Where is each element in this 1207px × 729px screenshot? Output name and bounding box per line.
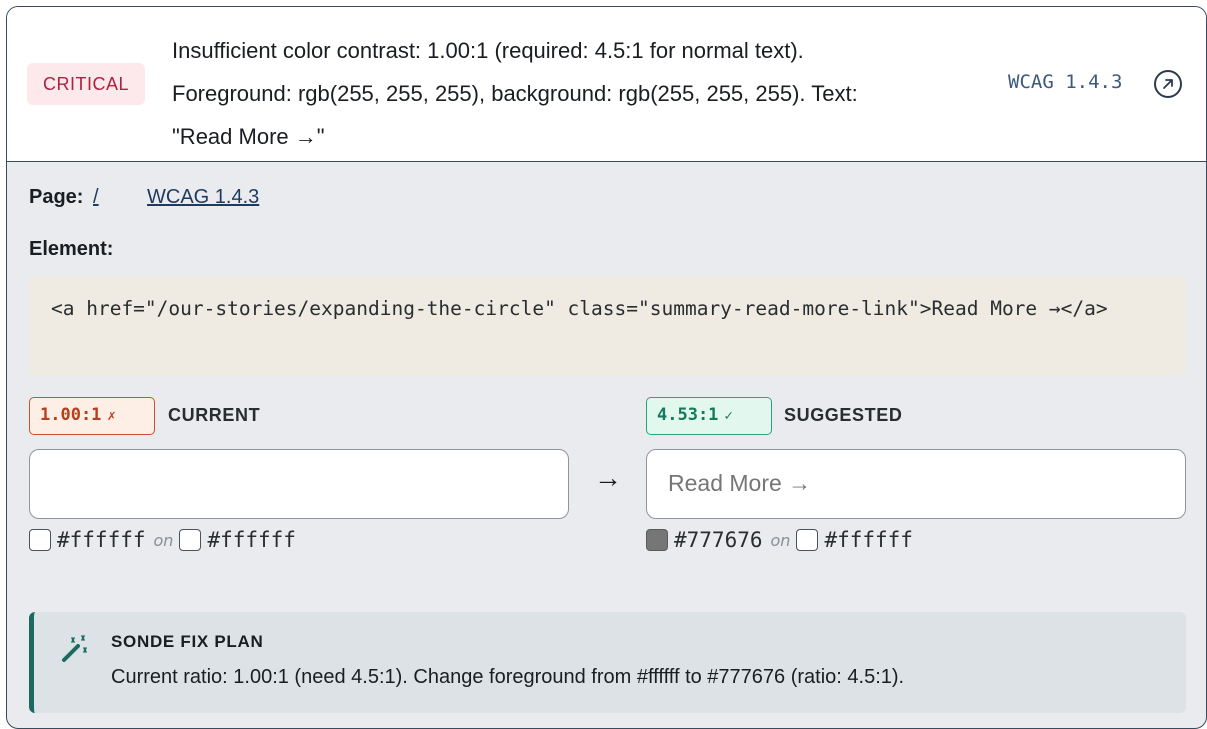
issue-details: Page: / WCAG 1.4.3 Element: <a href="/ou…: [7, 162, 1206, 728]
current-bg-swatch: [179, 529, 202, 551]
arrow-right-icon: →: [594, 462, 622, 493]
suggested-bg-hex: #ffffff: [824, 528, 913, 552]
issue-line-1: Insufficient color contrast: 1.00:1 (req…: [172, 38, 804, 63]
on-label: on: [770, 530, 791, 550]
suggested-fg-hex: #777676: [674, 528, 763, 552]
issue-card: CRITICAL Insufficient color contrast: 1.…: [6, 6, 1207, 729]
fix-plan-title: SONDE FIX PLAN: [111, 632, 264, 651]
external-link-icon[interactable]: [1154, 70, 1182, 98]
pass-icon: ✓: [724, 408, 733, 424]
magic-wand-icon: [62, 635, 87, 662]
suggested-ratio-badge: 4.53:1 ✓: [646, 397, 772, 435]
wcag-code: WCAG 1.4.3: [1008, 71, 1123, 93]
issue-header[interactable]: CRITICAL Insufficient color contrast: 1.…: [7, 7, 1206, 162]
suggested-bg-swatch: [796, 529, 819, 551]
on-label: on: [153, 530, 174, 550]
current-label: CURRENT: [168, 405, 261, 425]
wcag-link[interactable]: WCAG 1.4.3: [147, 186, 259, 209]
current-ratio-badge: 1.00:1 ✗: [29, 397, 155, 435]
current-fg-swatch: [29, 529, 51, 551]
issue-description: Insufficient color contrast: 1.00:1 (req…: [172, 29, 992, 158]
suggested-fg-swatch: [646, 529, 668, 551]
suggested-label: SUGGESTED: [784, 405, 903, 425]
suggested-swatches: #777676 on #ffffff: [646, 520, 913, 560]
current-ratio: 1.00:1: [40, 405, 102, 425]
arrow-up-right-icon: [1163, 79, 1173, 89]
suggested-preview: Read More →: [646, 449, 1186, 519]
fix-plan-text: Current ratio: 1.00:1 (need 4.5:1). Chan…: [111, 666, 905, 688]
fail-icon: ✗: [107, 408, 116, 424]
current-swatches: #ffffff on #ffffff: [29, 520, 296, 560]
current-fg-hex: #ffffff: [57, 528, 146, 552]
page-link[interactable]: /: [93, 186, 99, 208]
element-code: <a href="/our-stories/expanding-the-circ…: [29, 276, 1186, 376]
severity-badge: CRITICAL: [27, 63, 146, 105]
issue-line-3: "Read More →": [172, 124, 325, 149]
suggested-ratio: 4.53:1: [657, 405, 719, 425]
current-preview: Read More →: [29, 449, 569, 519]
issue-line-2: Foreground: rgb(255, 255, 255), backgrou…: [172, 81, 858, 106]
fix-plan: SONDE FIX PLAN Current ratio: 1.00:1 (ne…: [29, 612, 1186, 713]
page-row: Page: /: [29, 186, 99, 209]
page-label: Page:: [29, 186, 84, 208]
current-bg-hex: #ffffff: [207, 528, 296, 552]
element-label: Element:: [29, 238, 114, 260]
